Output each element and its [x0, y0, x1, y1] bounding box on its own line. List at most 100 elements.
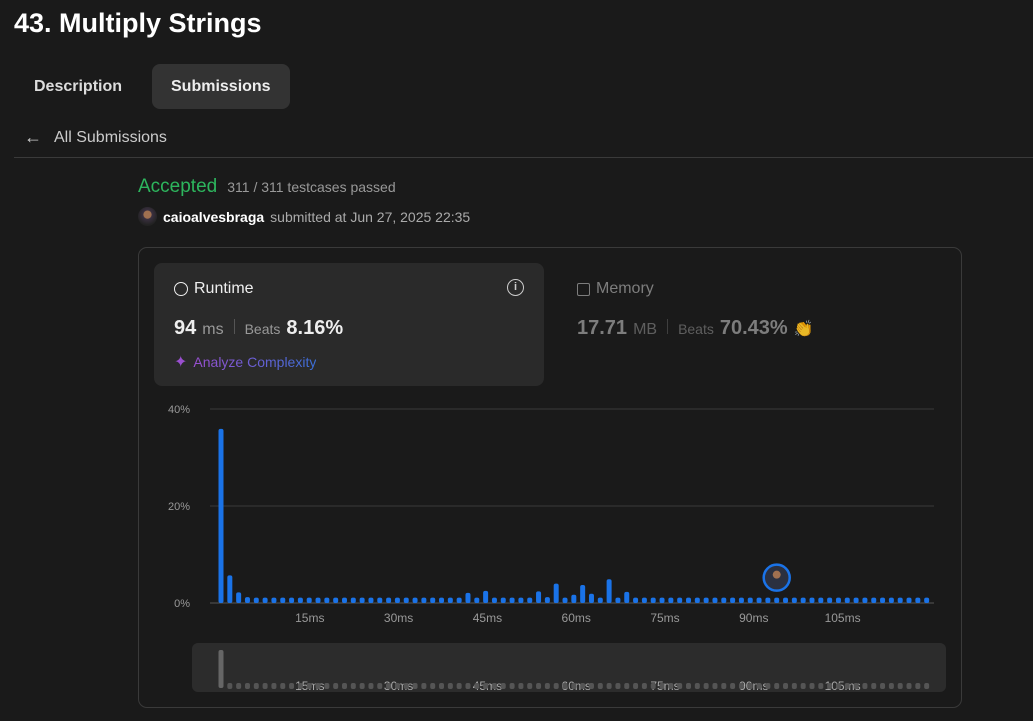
x-tick-label: 60ms	[562, 611, 591, 625]
mini-bar	[500, 683, 506, 689]
mini-bar	[553, 683, 559, 689]
y-tick-label: 20%	[168, 501, 190, 513]
bar	[686, 597, 692, 603]
bar	[624, 591, 630, 603]
mini-bar	[368, 683, 374, 689]
mini-bar	[615, 683, 621, 689]
mini-bar	[430, 683, 436, 689]
mini-bar	[677, 683, 683, 689]
bar	[633, 597, 639, 603]
bar	[650, 597, 656, 603]
bar	[730, 597, 736, 603]
bar	[306, 597, 312, 603]
bar	[738, 597, 744, 603]
mini-bar	[544, 683, 550, 689]
mini-bar	[853, 683, 859, 689]
bar	[553, 583, 559, 603]
bar	[218, 428, 224, 603]
bar	[421, 597, 427, 603]
bar	[791, 597, 797, 603]
mini-bar	[262, 683, 268, 689]
bar	[765, 597, 771, 603]
mini-bar	[474, 683, 480, 689]
bar	[756, 597, 762, 603]
bar	[659, 597, 665, 603]
mini-bar	[906, 683, 912, 689]
bar	[386, 597, 392, 603]
bar	[244, 597, 250, 603]
mini-bar	[315, 683, 321, 689]
mini-bar	[624, 683, 630, 689]
bar	[544, 597, 550, 603]
mini-bar	[827, 683, 833, 689]
bar	[597, 597, 603, 603]
mini-bar	[606, 683, 612, 689]
mini-bar	[712, 683, 718, 689]
bar	[606, 579, 612, 603]
mini-bar	[483, 683, 489, 689]
mini-bar	[518, 683, 524, 689]
mini-bar	[588, 683, 594, 689]
mini-bar	[280, 683, 286, 689]
mini-bar	[341, 683, 347, 689]
bar	[783, 597, 789, 603]
mini-bar	[791, 683, 797, 689]
mini-bar	[289, 683, 295, 689]
bar	[280, 597, 286, 603]
bar	[818, 597, 824, 603]
mini-bar	[439, 683, 445, 689]
mini-bar	[324, 683, 330, 689]
bar	[562, 597, 568, 603]
bar	[297, 597, 303, 603]
mini-bar	[562, 683, 568, 689]
mini-bar	[421, 683, 427, 689]
bar	[262, 597, 268, 603]
bar	[888, 597, 894, 603]
mini-bar	[350, 683, 356, 689]
mini-bar	[897, 683, 903, 689]
mini-bar	[809, 683, 815, 689]
y-tick-label: 0%	[174, 598, 190, 610]
x-tick-label: 30ms	[384, 611, 413, 625]
mini-bar	[297, 683, 303, 689]
mini-bar	[236, 683, 242, 689]
mini-bar	[227, 683, 233, 689]
x-tick-label: 105ms	[825, 611, 861, 625]
bar	[430, 597, 436, 603]
bar	[835, 597, 841, 603]
mini-bar	[774, 683, 780, 689]
mini-bar	[818, 683, 824, 689]
mini-bar	[633, 683, 639, 689]
bar	[527, 597, 533, 603]
bar	[456, 597, 462, 603]
mini-bar	[597, 683, 603, 689]
mini-bar	[456, 683, 462, 689]
bar	[880, 597, 886, 603]
bar	[359, 597, 365, 603]
bar	[518, 597, 524, 603]
mini-bar	[412, 683, 418, 689]
mini-bar	[333, 683, 339, 689]
mini-bar	[580, 683, 586, 689]
mini-bar	[447, 683, 453, 689]
mini-bar	[641, 683, 647, 689]
bar	[253, 597, 259, 603]
bar	[289, 597, 295, 603]
bar	[236, 592, 242, 603]
bar	[712, 597, 718, 603]
y-tick-label: 40%	[168, 404, 190, 416]
bar	[324, 597, 330, 603]
mini-bar	[377, 683, 383, 689]
bar	[447, 597, 453, 603]
mini-bar	[218, 650, 224, 688]
mini-bar	[844, 683, 850, 689]
mini-bar	[915, 683, 921, 689]
mini-bar	[835, 683, 841, 689]
bar	[844, 597, 850, 603]
bar	[412, 597, 418, 603]
bar	[271, 597, 277, 603]
bar	[809, 597, 815, 603]
bar	[571, 594, 577, 603]
bar	[227, 575, 233, 603]
bar	[906, 597, 912, 603]
